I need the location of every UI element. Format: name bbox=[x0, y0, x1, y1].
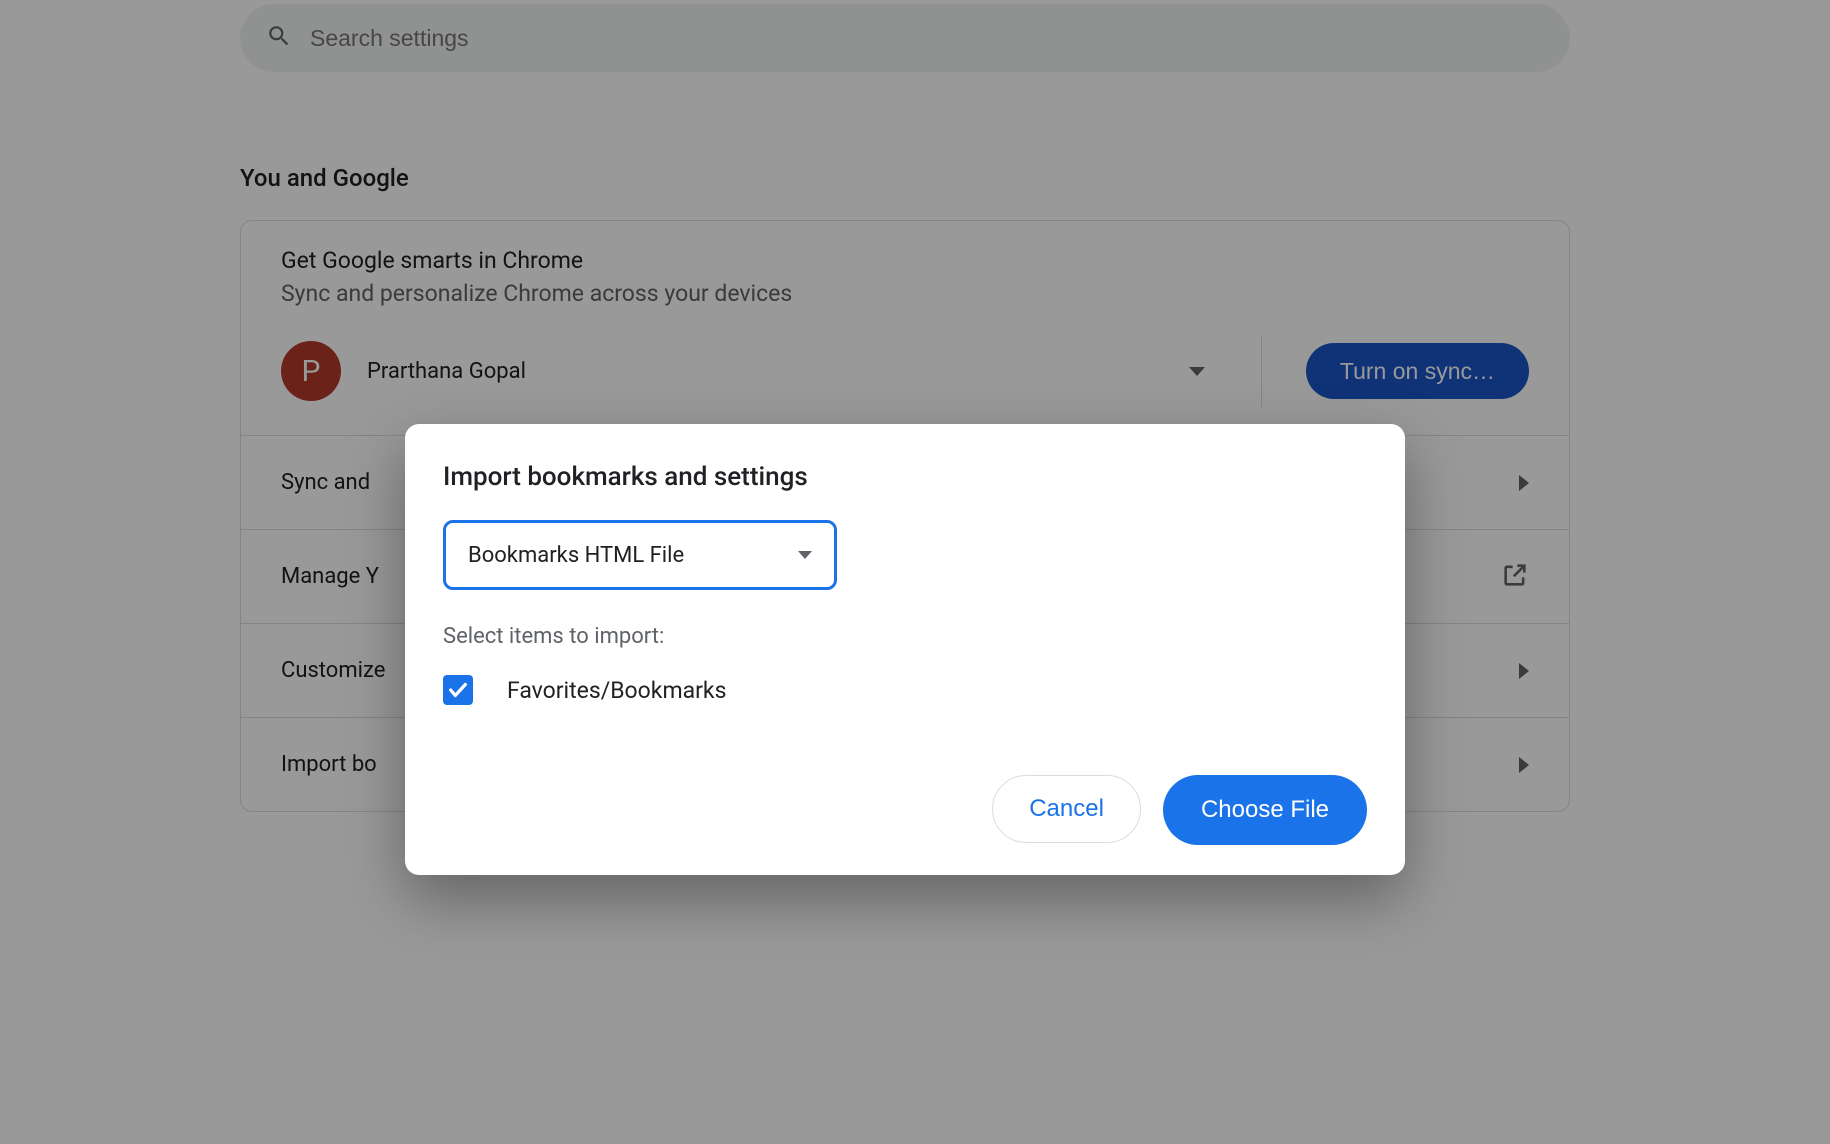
favorites-checkbox[interactable] bbox=[443, 675, 473, 705]
choose-file-button[interactable]: Choose File bbox=[1163, 775, 1367, 845]
import-source-select[interactable]: Bookmarks HTML File bbox=[443, 520, 837, 590]
favorites-checkbox-label: Favorites/Bookmarks bbox=[507, 677, 726, 704]
cancel-button[interactable]: Cancel bbox=[992, 775, 1141, 843]
import-bookmarks-dialog: Import bookmarks and settings Bookmarks … bbox=[405, 424, 1405, 875]
chevron-down-icon bbox=[798, 551, 812, 559]
import-item-row[interactable]: Favorites/Bookmarks bbox=[443, 675, 1367, 705]
dialog-title: Import bookmarks and settings bbox=[443, 462, 1367, 492]
select-value: Bookmarks HTML File bbox=[468, 543, 684, 568]
select-items-label: Select items to import: bbox=[443, 624, 1367, 649]
